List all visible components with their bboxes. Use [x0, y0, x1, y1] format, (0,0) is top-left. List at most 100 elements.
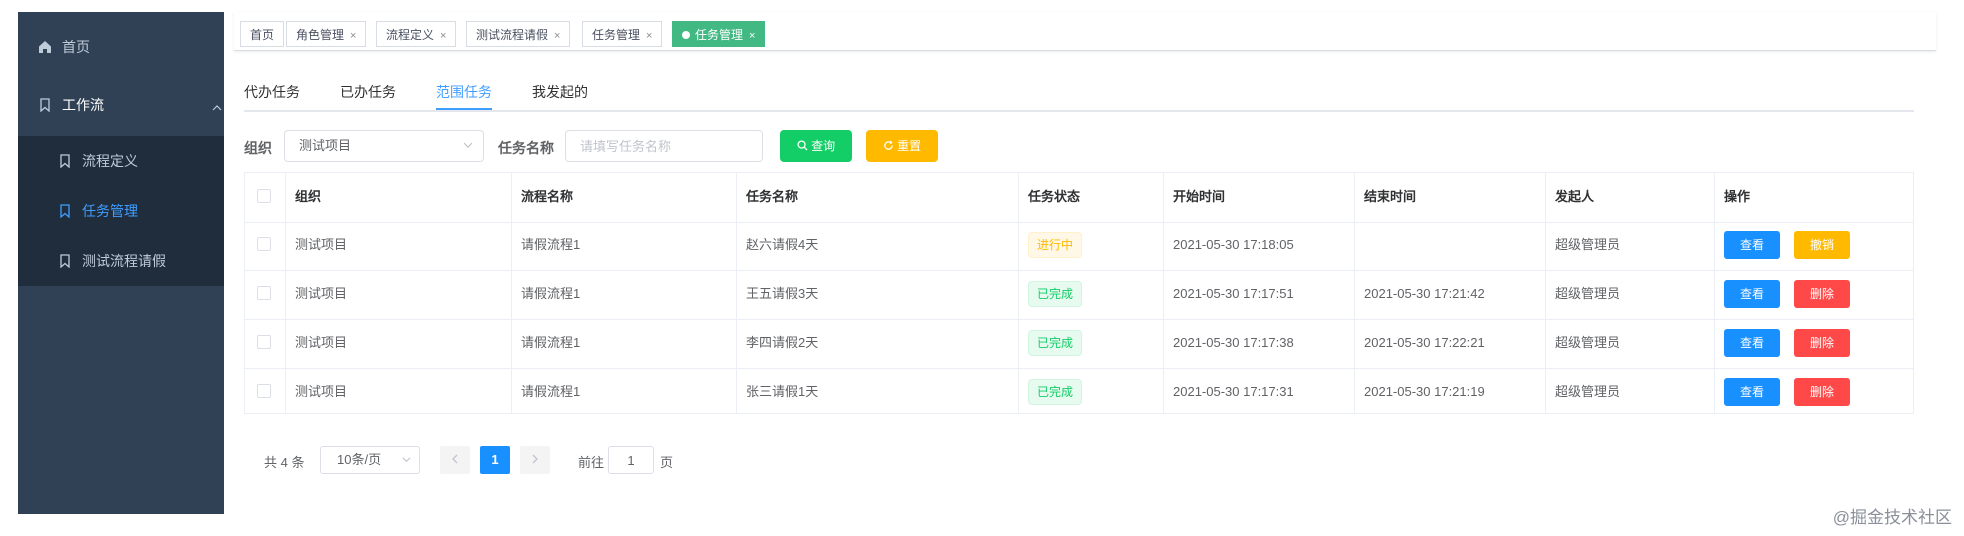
tab-initiated[interactable]: 我发起的	[532, 82, 588, 102]
bookmark-icon	[58, 204, 72, 218]
chevron-down-icon	[463, 131, 473, 161]
sidebar-submenu: 流程定义 任务管理 测试流程请假	[18, 136, 224, 286]
cell-org: 测试项目	[295, 335, 348, 350]
cell-initiator: 超级管理员	[1555, 335, 1621, 350]
prev-page-button[interactable]	[440, 446, 470, 474]
page-size-select[interactable]: 10条/页	[320, 446, 420, 474]
sidebar-item-label: 流程定义	[82, 153, 138, 169]
cell-process: 请假流程1	[521, 237, 581, 252]
refresh-icon	[883, 139, 897, 153]
org-select-value: 测试项目	[299, 138, 352, 153]
status-badge: 已完成	[1028, 330, 1083, 356]
sidebar-item-task-management[interactable]: 任务管理	[18, 186, 264, 236]
tag-task-management[interactable]: 任务管理 ×	[582, 21, 663, 47]
cell-initiator: 超级管理员	[1555, 384, 1621, 399]
view-button[interactable]: 查看	[1724, 231, 1780, 259]
task-name-input[interactable]	[565, 130, 763, 162]
column-header: 任务状态	[1028, 189, 1081, 204]
cell-initiator: 超级管理员	[1555, 286, 1621, 301]
row-checkbox[interactable]	[257, 286, 271, 300]
task-table: 组织 流程名称 任务名称 任务状态 开始时间 结束时间 发起人 操作 测试项目 …	[244, 172, 1914, 414]
sidebar-item-test-leave[interactable]: 测试流程请假	[18, 236, 264, 286]
cell-start-time: 2021-05-30 17:17:38	[1173, 335, 1294, 350]
task-name-label: 任务名称	[498, 140, 554, 156]
search-icon	[797, 139, 811, 153]
sidebar: 首页 工作流 流程定义 任务管理 测试流程请假	[18, 12, 224, 514]
cell-start-time: 2021-05-30 17:18:05	[1173, 237, 1294, 252]
delete-button[interactable]: 删除	[1794, 280, 1850, 308]
tab-done[interactable]: 已办任务	[340, 82, 396, 102]
delete-button[interactable]: 删除	[1794, 378, 1850, 406]
column-header: 流程名称	[521, 189, 574, 204]
sidebar-item-label: 首页	[62, 39, 90, 55]
active-dot-icon	[682, 30, 690, 39]
goto-label: 前往	[578, 455, 605, 470]
pagination-total: 共 4 条	[264, 455, 305, 470]
cell-start-time: 2021-05-30 17:17:31	[1173, 384, 1294, 399]
sidebar-item-home[interactable]: 首页	[18, 22, 244, 72]
tag-task-management-active[interactable]: 任务管理 ×	[672, 21, 766, 47]
page-number-button[interactable]: 1	[480, 446, 510, 474]
cell-end-time: 2021-05-30 17:21:42	[1364, 286, 1485, 301]
task-tabs: 代办任务 已办任务 范围任务 我发起的	[244, 76, 1914, 112]
table-row: 测试项目 请假流程1 李四请假2天 已完成 2021-05-30 17:17:3…	[245, 319, 1913, 369]
delete-button[interactable]: 删除	[1794, 329, 1850, 357]
column-header: 操作	[1724, 189, 1751, 204]
revoke-button[interactable]: 撤销	[1794, 231, 1850, 259]
table-row: 测试项目 请假流程1 张三请假1天 已完成 2021-05-30 17:17:3…	[245, 368, 1913, 417]
cell-org: 测试项目	[295, 286, 348, 301]
column-header: 任务名称	[746, 189, 799, 204]
chevron-up-icon	[212, 100, 222, 116]
goto-page-input[interactable]	[608, 446, 654, 474]
tag-role-management[interactable]: 角色管理 ×	[286, 21, 367, 47]
tab-scope[interactable]: 范围任务	[436, 82, 492, 102]
page-unit-label: 页	[660, 455, 674, 470]
cell-process: 请假流程1	[521, 286, 581, 301]
tags-view: 首页 角色管理 × 流程定义 × 测试流程请假 × 任务管理 × 任务管理 ×	[234, 12, 1936, 51]
org-label: 组织	[244, 140, 272, 156]
reset-button[interactable]: 重置	[866, 130, 938, 162]
close-icon[interactable]: ×	[646, 30, 652, 42]
cell-task: 李四请假2天	[746, 335, 819, 350]
cell-process: 请假流程1	[521, 335, 581, 350]
tab-todo[interactable]: 代办任务	[244, 82, 300, 102]
status-badge: 已完成	[1028, 281, 1083, 307]
close-icon[interactable]: ×	[554, 30, 560, 42]
sidebar-group-workflow[interactable]: 工作流	[18, 80, 244, 130]
close-icon[interactable]: ×	[749, 30, 755, 42]
select-all-checkbox[interactable]	[257, 189, 271, 203]
cell-org: 测试项目	[295, 237, 348, 252]
chevron-right-icon	[531, 452, 539, 467]
table-header: 组织 流程名称 任务名称 任务状态 开始时间 结束时间 发起人 操作	[245, 173, 1913, 223]
cell-end-time: 2021-05-30 17:21:19	[1364, 384, 1485, 399]
view-button[interactable]: 查看	[1724, 329, 1780, 357]
cell-start-time: 2021-05-30 17:17:51	[1173, 286, 1294, 301]
table-row: 测试项目 请假流程1 赵六请假4天 进行中 2021-05-30 17:18:0…	[245, 221, 1913, 271]
bookmark-icon	[58, 254, 72, 268]
chevron-left-icon	[451, 452, 459, 467]
status-badge: 已完成	[1028, 379, 1083, 405]
close-icon[interactable]: ×	[350, 30, 356, 42]
sidebar-item-process-definition[interactable]: 流程定义	[18, 136, 264, 186]
view-button[interactable]: 查看	[1724, 378, 1780, 406]
column-header: 开始时间	[1173, 189, 1226, 204]
query-button[interactable]: 查询	[780, 130, 852, 162]
next-page-button[interactable]	[520, 446, 550, 474]
cell-task: 王五请假3天	[746, 286, 819, 301]
home-icon	[38, 40, 52, 54]
cell-end-time: 2021-05-30 17:22:21	[1364, 335, 1485, 350]
tag-test-leave[interactable]: 测试流程请假 ×	[466, 21, 571, 47]
sidebar-group-label: 工作流	[62, 97, 104, 113]
row-checkbox[interactable]	[257, 237, 271, 251]
cell-task: 张三请假1天	[746, 384, 819, 399]
tag-process-definition[interactable]: 流程定义 ×	[376, 21, 457, 47]
watermark: @掘金技术社区	[1832, 508, 1952, 527]
close-icon[interactable]: ×	[440, 30, 446, 42]
bookmark-icon	[38, 98, 52, 112]
row-checkbox[interactable]	[257, 335, 271, 349]
org-select[interactable]: 测试项目	[284, 130, 484, 162]
tag-home[interactable]: 首页	[240, 21, 285, 47]
view-button[interactable]: 查看	[1724, 280, 1780, 308]
row-checkbox[interactable]	[257, 384, 271, 398]
table-row: 测试项目 请假流程1 王五请假3天 已完成 2021-05-30 17:17:5…	[245, 270, 1913, 320]
